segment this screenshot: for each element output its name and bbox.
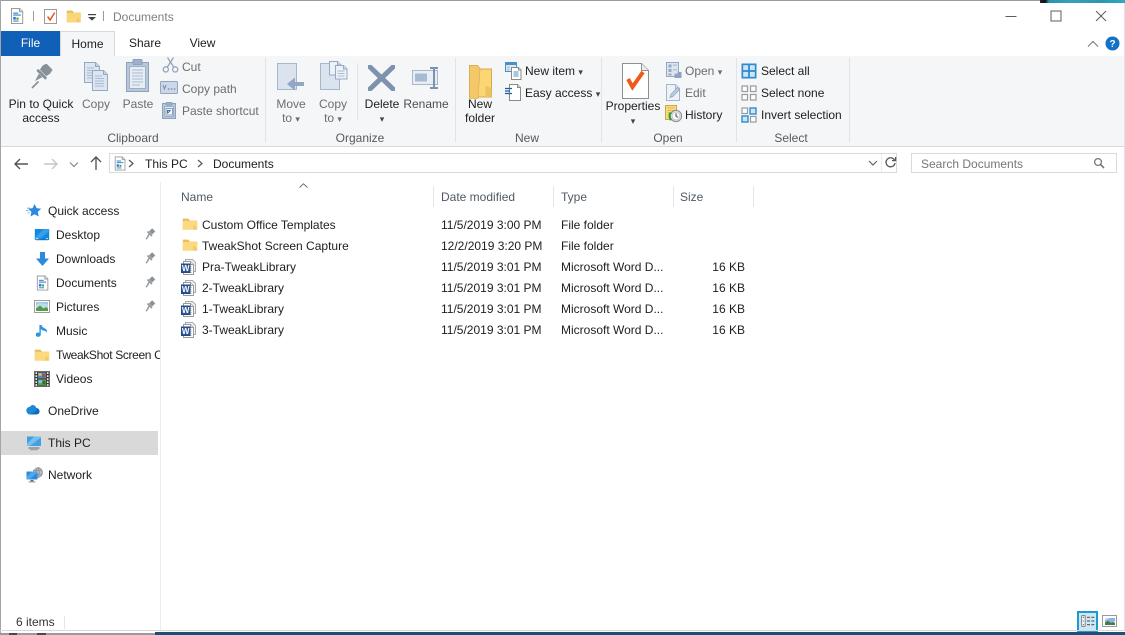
- svg-text:?: ?: [1109, 39, 1115, 50]
